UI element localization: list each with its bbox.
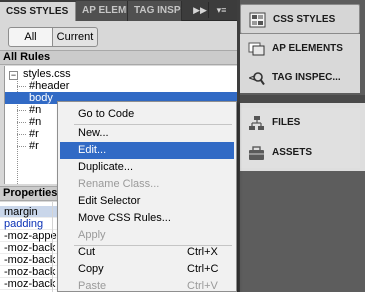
menu-item-label: Paste: [78, 280, 107, 292]
menu-item-label: Edit...: [78, 144, 107, 156]
tag-inspector-icon: <: [248, 72, 265, 86]
menu-item-copy[interactable]: Copy Ctrl+C: [60, 261, 234, 278]
view-toggle-row: All Current: [0, 21, 237, 50]
menu-item-apply[interactable]: Apply: [60, 227, 234, 244]
assets-icon: [249, 146, 264, 160]
panel-options-menu-icon[interactable]: ▾≡: [208, 2, 234, 18]
menu-item-label: Duplicate...: [78, 161, 134, 173]
context-menu: Go to Code New... Edit... Duplicate... R…: [57, 101, 237, 292]
tree-root-row[interactable]: − styles.css: [5, 68, 237, 80]
files-icon: [249, 116, 264, 130]
dock-css-styles-button[interactable]: CSS STYLES: [240, 4, 360, 34]
menu-item-label: Apply: [78, 229, 106, 241]
all-rules-header: All Rules: [0, 50, 237, 65]
dock-files-button[interactable]: FILES: [240, 108, 360, 138]
ap-elements-icon: [248, 42, 265, 56]
menu-item-move-css-rules[interactable]: Move CSS Rules...: [60, 210, 234, 227]
all-button[interactable]: All: [8, 27, 53, 47]
dock-ap-elements-label: AP ELEMENTS: [272, 43, 343, 54]
menu-item-label: New...: [78, 127, 109, 139]
tab-tag-inspector[interactable]: TAG INSPECTOR: [128, 1, 182, 21]
tree-rule-row[interactable]: #header: [5, 80, 237, 92]
collapse-icon[interactable]: −: [9, 71, 18, 80]
panel-dock: CSS STYLES AP ELEMENTS < TAG INSPEC... F…: [240, 0, 365, 292]
dock-ap-elements-button[interactable]: AP ELEMENTS: [240, 34, 360, 64]
menu-item-go-to-code[interactable]: Go to Code: [60, 106, 234, 123]
rule-label: #r: [29, 128, 39, 140]
rule-label: #n: [29, 116, 42, 128]
dock-assets-button[interactable]: ASSETS: [240, 138, 360, 168]
rule-label: body: [29, 92, 53, 104]
properties-column-divider[interactable]: [52, 202, 53, 292]
dock-css-styles-label: CSS STYLES: [273, 14, 336, 25]
menu-item-paste[interactable]: Paste Ctrl+V: [60, 278, 234, 292]
menu-item-rename-class[interactable]: Rename Class...: [60, 176, 234, 193]
panel-tab-bar: CSS STYLES AP ELEMENTS TAG INSPECTOR ▶▶ …: [0, 0, 237, 21]
menu-item-edit-selector[interactable]: Edit Selector: [60, 193, 234, 210]
css-styles-icon: [249, 12, 266, 28]
menu-item-shortcut: Ctrl+C: [187, 263, 219, 275]
menu-item-label: Cut: [78, 246, 96, 258]
menu-item-label: Go to Code: [78, 108, 135, 120]
stylesheet-label: styles.css: [23, 68, 71, 80]
menu-item-cut[interactable]: Cut Ctrl+X: [60, 244, 234, 261]
menu-item-label: Move CSS Rules...: [78, 212, 171, 224]
menu-item-new[interactable]: New...: [60, 125, 234, 142]
tab-css-styles[interactable]: CSS STYLES: [0, 2, 76, 21]
menu-item-edit[interactable]: Edit...: [60, 142, 234, 159]
rule-label: #header: [29, 80, 70, 92]
collapse-to-icons-icon[interactable]: ▶▶: [193, 3, 207, 17]
menu-item-label: Copy: [78, 263, 104, 275]
current-button[interactable]: Current: [52, 27, 98, 47]
dock-files-label: FILES: [272, 117, 301, 128]
dock-assets-label: ASSETS: [272, 147, 313, 158]
menu-item-label: Edit Selector: [78, 195, 141, 207]
rule-label: #r: [29, 140, 39, 152]
dock-tag-inspector-button[interactable]: < TAG INSPEC...: [240, 63, 360, 93]
menu-item-label: Rename Class...: [78, 178, 160, 190]
tab-ap-elements[interactable]: AP ELEMENTS: [76, 1, 128, 21]
dock-tag-inspector-label: TAG INSPEC...: [272, 72, 341, 83]
dock-group-separator: [240, 95, 365, 103]
menu-item-duplicate[interactable]: Duplicate...: [60, 159, 234, 176]
menu-item-shortcut: Ctrl+X: [187, 246, 218, 258]
rule-label: #n: [29, 104, 42, 116]
menu-item-shortcut: Ctrl+V: [187, 280, 218, 292]
